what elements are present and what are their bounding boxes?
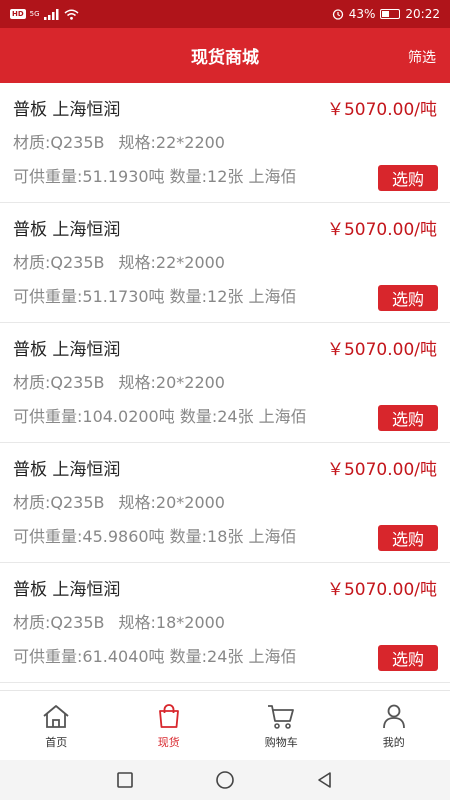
product-material: 材质:Q235B — [13, 493, 105, 512]
status-bar: HD 5G 43% 20:22 — [0, 0, 450, 28]
signal-icon — [43, 8, 59, 20]
tab-label: 购物车 — [264, 735, 298, 749]
tab-spot[interactable]: 现货 — [113, 691, 226, 760]
buy-button[interactable]: 选购 — [378, 405, 438, 431]
product-spec: 规格:20*2000 — [118, 493, 225, 512]
tab-label: 我的 — [382, 735, 405, 749]
battery-level-fill — [382, 11, 390, 17]
product-name: 普板 上海恒润 — [13, 580, 121, 600]
page-title: 现货商城 — [191, 48, 259, 68]
product-spec-line: 材质:Q235B 规格:22*2000 — [13, 249, 225, 273]
product-spec-line: 材质:Q235B 规格:22*2200 — [13, 129, 225, 153]
home-nav-button[interactable] — [210, 765, 240, 795]
product-item[interactable]: 普板 上海恒润 ￥5070.00/吨 材质:Q235B 规格:20*2200 可供… — [0, 323, 450, 443]
status-left: HD 5G — [10, 8, 79, 20]
back-triangle-icon — [318, 772, 331, 788]
circle-icon — [216, 771, 234, 789]
product-item[interactable]: 普板 上海恒润 ￥5070.00/吨 材质:Q235B 规格:20*2000 可供… — [0, 443, 450, 563]
tab-profile[interactable]: 我的 — [338, 691, 450, 760]
tab-cart[interactable]: 购物车 — [225, 691, 338, 760]
product-item[interactable]: 普板 上海恒润 ￥5070.00/吨 材质:Q235B 规格:22*2200 可供… — [0, 83, 450, 203]
product-material: 材质:Q235B — [13, 133, 105, 152]
product-spec: 规格:18*2000 — [118, 613, 225, 632]
tab-label: 现货 — [157, 735, 180, 749]
product-stock: 可供重量:51.1930吨 数量:12张 上海佰 — [13, 167, 297, 186]
product-material: 材质:Q235B — [13, 373, 105, 392]
product-spec-line: 材质:Q235B 规格:20*2200 — [13, 369, 225, 393]
product-spec: 规格:22*2200 — [118, 133, 225, 152]
network-type-label: 5G — [29, 10, 40, 18]
status-right: 43% 20:22 — [332, 7, 440, 21]
tab-home[interactable]: 首页 — [0, 691, 113, 760]
alarm-icon — [332, 9, 343, 20]
buy-button[interactable]: 选购 — [378, 285, 438, 311]
wifi-icon — [64, 9, 79, 20]
buy-button[interactable]: 选购 — [378, 525, 438, 551]
product-spec: 规格:20*2200 — [118, 373, 225, 392]
product-price: ￥5070.00/吨 — [326, 460, 437, 480]
hd-badge: HD — [10, 9, 26, 19]
clock: 20:22 — [405, 7, 440, 21]
product-list[interactable]: 普板 上海恒润 ￥5070.00/吨 材质:Q235B 规格:22*2200 可供… — [0, 83, 450, 690]
app-header: 现货商城 筛选 — [0, 28, 450, 83]
cart-icon — [268, 704, 295, 729]
filter-button[interactable]: 筛选 — [408, 47, 436, 67]
product-name: 普板 上海恒润 — [13, 100, 121, 120]
product-item[interactable]: 普板 上海恒润 ￥5070.00/吨 材质:Q235B 规格:22*2000 可供… — [0, 203, 450, 323]
product-stock: 可供重量:61.4040吨 数量:24张 上海佰 — [13, 647, 297, 666]
product-name: 普板 上海恒润 — [13, 460, 121, 480]
recents-button[interactable] — [110, 765, 140, 795]
product-material: 材质:Q235B — [13, 253, 105, 272]
product-price: ￥5070.00/吨 — [326, 340, 437, 360]
product-name: 普板 上海恒润 — [13, 340, 121, 360]
product-name: 普板 上海恒润 — [13, 220, 121, 240]
user-icon — [382, 704, 405, 728]
product-material: 材质:Q235B — [13, 613, 105, 632]
bottom-tab-bar: 首页 现货 购物车 我的 — [0, 690, 450, 760]
tab-label: 首页 — [45, 735, 68, 749]
product-spec-line: 材质:Q235B 规格:18*2000 — [13, 609, 225, 633]
product-stock: 可供重量:45.9860吨 数量:18张 上海佰 — [13, 527, 297, 546]
product-price: ￥5070.00/吨 — [326, 220, 437, 240]
product-item[interactable]: 普板 上海恒润 ￥5070.00/吨 材质:Q235B 规格:18*2000 可供… — [0, 563, 450, 683]
product-spec-line: 材质:Q235B 规格:20*2000 — [13, 489, 225, 513]
buy-button[interactable]: 选购 — [378, 165, 438, 191]
home-icon — [43, 704, 69, 728]
product-price: ￥5070.00/吨 — [326, 100, 437, 120]
product-spec: 规格:22*2000 — [118, 253, 225, 272]
battery-percent: 43% — [348, 7, 376, 21]
battery-icon — [380, 9, 401, 19]
product-price: ￥5070.00/吨 — [326, 580, 437, 600]
buy-button[interactable]: 选购 — [378, 645, 438, 671]
system-nav-bar — [0, 760, 450, 800]
shopping-bag-icon — [158, 703, 179, 728]
square-icon — [117, 772, 133, 788]
product-stock: 可供重量:104.0200吨 数量:24张 上海佰 — [13, 407, 307, 426]
back-button[interactable] — [310, 765, 340, 795]
product-stock: 可供重量:51.1730吨 数量:12张 上海佰 — [13, 287, 297, 306]
